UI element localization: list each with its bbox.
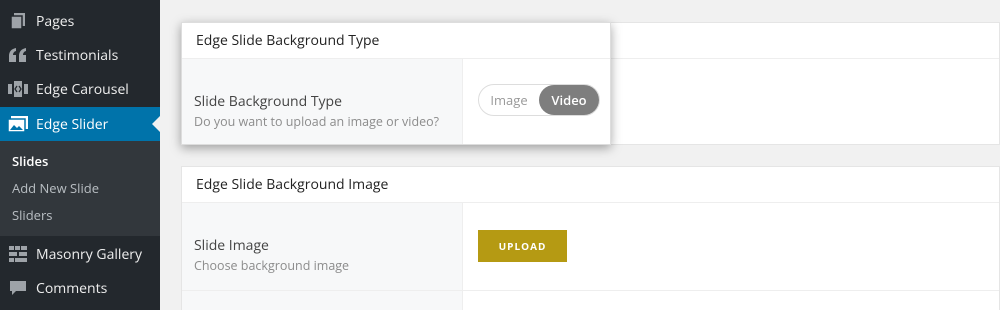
field-label-block [182,291,463,310]
sidebar-item-pages[interactable]: Pages [0,4,160,38]
active-indicator-arrow [152,116,160,132]
field-label-block: Slide Background Type Do you want to upl… [182,59,463,144]
panel-title: Edge Slide Background Image [182,167,999,203]
sidebar-item-edge-slider[interactable]: Edge Slider [0,107,160,141]
admin-sidebar: Pages Testimonials Edge Carousel Edge Sl… [0,0,160,310]
field-title: Slide Image [194,236,269,255]
sidebar-item-label: Edge Slider [36,114,109,134]
field-description: Do you want to upload an image or video? [194,113,440,130]
submenu-item-sliders[interactable]: Sliders [0,202,160,229]
toggle-option-image[interactable]: Image [479,85,539,115]
submenu-item-slides[interactable]: Slides [0,148,160,175]
sidebar-item-label: Pages [36,11,75,31]
upload-button[interactable]: UPLOAD [478,230,567,262]
field-label-block: Slide Image Choose background image [182,203,463,290]
sidebar-item-testimonials[interactable]: Testimonials [0,38,160,72]
pages-icon [0,12,36,30]
sidebar-item-label: Comments [36,278,108,298]
panel-title: Edge Slide Background Type [182,23,610,59]
edge-slider-submenu: Slides Add New Slide Sliders [0,141,160,236]
sidebar-item-label: Edge Carousel [36,79,129,99]
sidebar-item-comments[interactable]: Comments [0,271,160,305]
field-description: Choose background image [194,257,350,274]
sidebar-item-masonry-gallery[interactable]: Masonry Gallery [0,237,160,271]
background-type-toggle[interactable]: Image Video [478,84,600,116]
background-image-panel: Edge Slide Background Image Slide Image … [181,166,1000,310]
field-title: Slide Background Type [194,92,342,111]
sidebar-item-label: Testimonials [36,45,119,65]
carousel-icon [0,81,36,97]
submenu-item-add-new-slide[interactable]: Add New Slide [0,175,160,202]
grid-icon [0,246,36,262]
slider-icon [0,116,36,132]
comment-icon [0,280,36,296]
sidebar-item-label: Masonry Gallery [36,244,143,264]
toggle-option-video[interactable]: Video [539,85,599,115]
sidebar-item-edge-carousel[interactable]: Edge Carousel [0,72,160,106]
quote-icon [0,48,36,62]
